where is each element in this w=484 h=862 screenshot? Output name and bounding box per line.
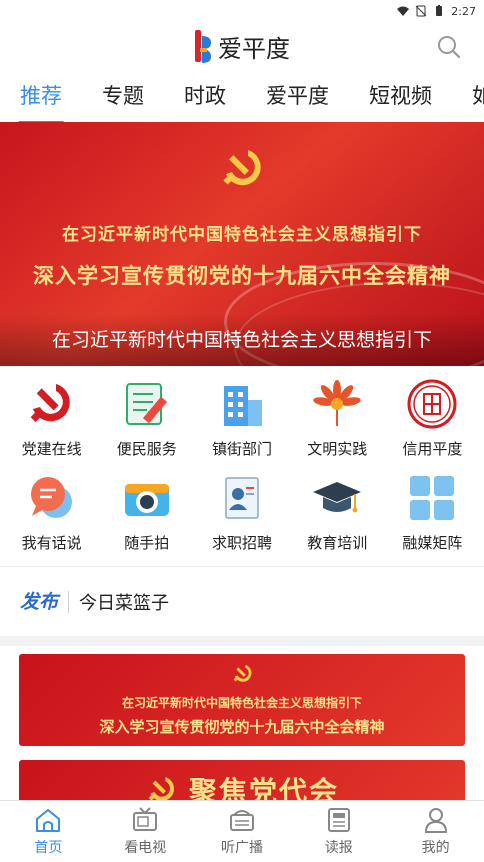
hero-banner[interactable]: 在习近平新时代中国特色社会主义思想指引下 深入学习宣传贯彻党的十九届六中全会精神… — [0, 122, 484, 366]
section-divider — [0, 636, 484, 646]
credit-seal-icon — [407, 379, 457, 429]
no-sim-icon — [415, 5, 427, 17]
radio-icon — [229, 810, 254, 831]
service-item-party[interactable]: 党建在线 — [4, 378, 99, 462]
service-item-credit[interactable]: 信用平度 — [385, 378, 480, 462]
bottom-nav: 首页 看电视 听广播 读报 我的 — [0, 800, 484, 862]
notice-bar[interactable]: 发布 今日菜篮子 — [0, 566, 484, 636]
service-label: 便民服务 — [116, 440, 177, 458]
service-item-education[interactable]: 教育培训 — [290, 472, 385, 556]
news-card-headline-2: 深入学习宣传贯彻党的十九届六中全会精神 — [99, 718, 385, 736]
service-label: 党建在线 — [21, 440, 82, 458]
service-label: 镇街部门 — [211, 440, 272, 458]
nav-home[interactable]: 首页 — [0, 801, 97, 862]
building-icon — [223, 386, 262, 426]
nav-newspaper[interactable]: 读报 — [290, 801, 387, 862]
tv-icon — [133, 807, 158, 831]
news-card-headline-1: 在习近平新时代中国特色社会主义思想指引下 — [121, 696, 362, 710]
service-label: 我有话说 — [21, 534, 82, 552]
status-bar: 2:27 — [0, 0, 484, 22]
tab-recommend[interactable]: 推荐 — [18, 80, 64, 122]
newspaper-icon — [327, 808, 350, 832]
service-item-snapshot[interactable]: 随手拍 — [99, 472, 194, 556]
nav-label: 看电视 — [124, 840, 167, 856]
banner-headline-2: 深入学习宣传贯彻党的十九届六中全会精神 — [33, 263, 451, 288]
banner-headline-1: 在习近平新时代中国特色社会主义思想指引下 — [62, 225, 422, 245]
nav-radio[interactable]: 听广播 — [194, 801, 291, 862]
nav-label: 我的 — [421, 840, 450, 856]
notice-brand: 发布 — [20, 590, 70, 613]
service-label: 随手拍 — [124, 534, 170, 552]
app-logo-icon — [195, 30, 211, 63]
user-icon — [424, 808, 447, 833]
tab-politics[interactable]: 时政 — [184, 80, 226, 112]
party-emblem-icon — [223, 150, 261, 186]
service-item-media-matrix[interactable]: 融媒矩阵 — [385, 472, 480, 556]
tab-aipingdu[interactable]: 爱平度 — [266, 80, 329, 112]
service-item-civilization[interactable]: 文明实践 — [290, 378, 385, 462]
channel-tabs: 推荐 专题 时政 爱平度 短视频 如 — [0, 70, 484, 122]
tab-topics[interactable]: 专题 — [102, 80, 144, 112]
resume-icon — [225, 477, 259, 519]
nav-label: 听广播 — [220, 840, 263, 856]
notice-text: 今日菜篮子 — [79, 592, 170, 614]
chat-bubble-icon — [30, 477, 72, 518]
service-label: 融媒矩阵 — [402, 534, 463, 552]
service-label: 求职招聘 — [211, 534, 272, 552]
nav-profile[interactable]: 我的 — [387, 801, 484, 862]
tab-short-video[interactable]: 短视频 — [369, 80, 432, 112]
search-icon[interactable] — [436, 34, 462, 60]
nav-tv[interactable]: 看电视 — [97, 801, 194, 862]
app-logo: 爱平度 — [194, 26, 290, 66]
party-emblem-icon — [30, 384, 70, 423]
wifi-icon — [397, 6, 410, 16]
graduation-cap-icon — [313, 482, 362, 513]
service-label: 文明实践 — [307, 440, 368, 458]
matrix-grid-icon — [410, 476, 455, 520]
nav-label: 读报 — [324, 840, 353, 856]
battery-icon — [436, 5, 443, 16]
home-icon — [36, 809, 61, 832]
service-item-jobs[interactable]: 求职招聘 — [194, 472, 289, 556]
status-time: 2:27 — [451, 4, 476, 18]
banner-caption: 在习近平新时代中国特色社会主义思想指引下 — [0, 314, 484, 366]
app-title: 爱平度 — [218, 34, 290, 63]
app-header: 爱平度 — [0, 22, 484, 70]
news-card[interactable]: 在习近平新时代中国特色社会主义思想指引下 深入学习宣传贯彻党的十九届六中全会精神 — [19, 654, 465, 746]
service-item-departments[interactable]: 镇街部门 — [194, 378, 289, 462]
camera-icon — [124, 484, 169, 516]
service-item-convenience[interactable]: 便民服务 — [99, 378, 194, 462]
party-emblem-icon — [233, 664, 252, 682]
tab-partial[interactable]: 如 — [472, 80, 484, 112]
service-grid: 党建在线 便民服务 镇街部门 文明实践 信用平度 我有话说 随手拍 求职招聘 教… — [0, 366, 484, 556]
service-item-speak[interactable]: 我有话说 — [4, 472, 99, 556]
service-label: 信用平度 — [402, 440, 463, 458]
service-label: 教育培训 — [307, 534, 368, 552]
notepad-pencil-icon — [125, 383, 167, 425]
sunflower-icon — [313, 380, 361, 426]
nav-label: 首页 — [34, 840, 63, 856]
